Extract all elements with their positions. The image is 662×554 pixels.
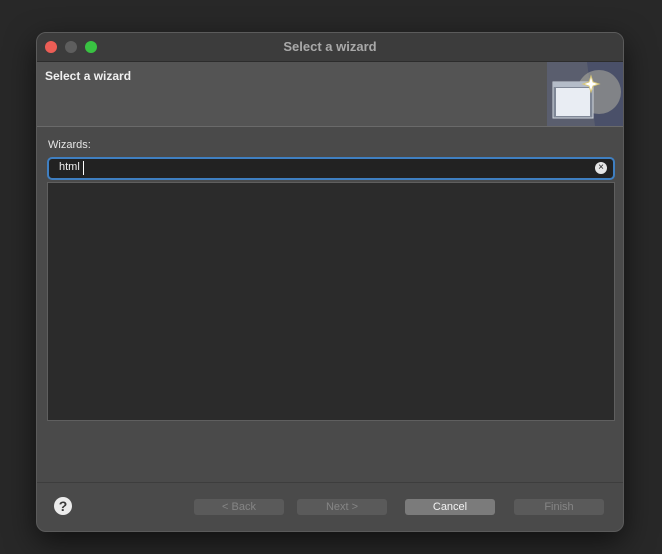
wizard-dialog: Select a wizard Select a wizard Wizards:… (36, 32, 624, 532)
wizard-filter-input[interactable]: html × (47, 157, 615, 180)
help-icon[interactable]: ? (54, 497, 72, 515)
cancel-button[interactable]: Cancel (405, 499, 495, 515)
wizards-label: Wizards: (48, 139, 91, 151)
wizard-filter-value[interactable]: html (59, 161, 80, 173)
wizard-header: Select a wizard (37, 62, 623, 127)
window-title: Select a wizard (283, 39, 377, 54)
title-bar[interactable]: Select a wizard (37, 33, 623, 62)
wizard-tree-list[interactable] (47, 182, 615, 421)
finish-button[interactable]: Finish (514, 499, 604, 515)
clear-icon[interactable]: × (595, 162, 607, 174)
text-caret (83, 161, 84, 175)
page-title: Select a wizard (45, 69, 132, 83)
wizard-banner-icon (547, 62, 623, 126)
next-button[interactable]: Next > (297, 499, 387, 515)
back-button[interactable]: < Back (194, 499, 284, 515)
footer-divider (37, 482, 623, 483)
